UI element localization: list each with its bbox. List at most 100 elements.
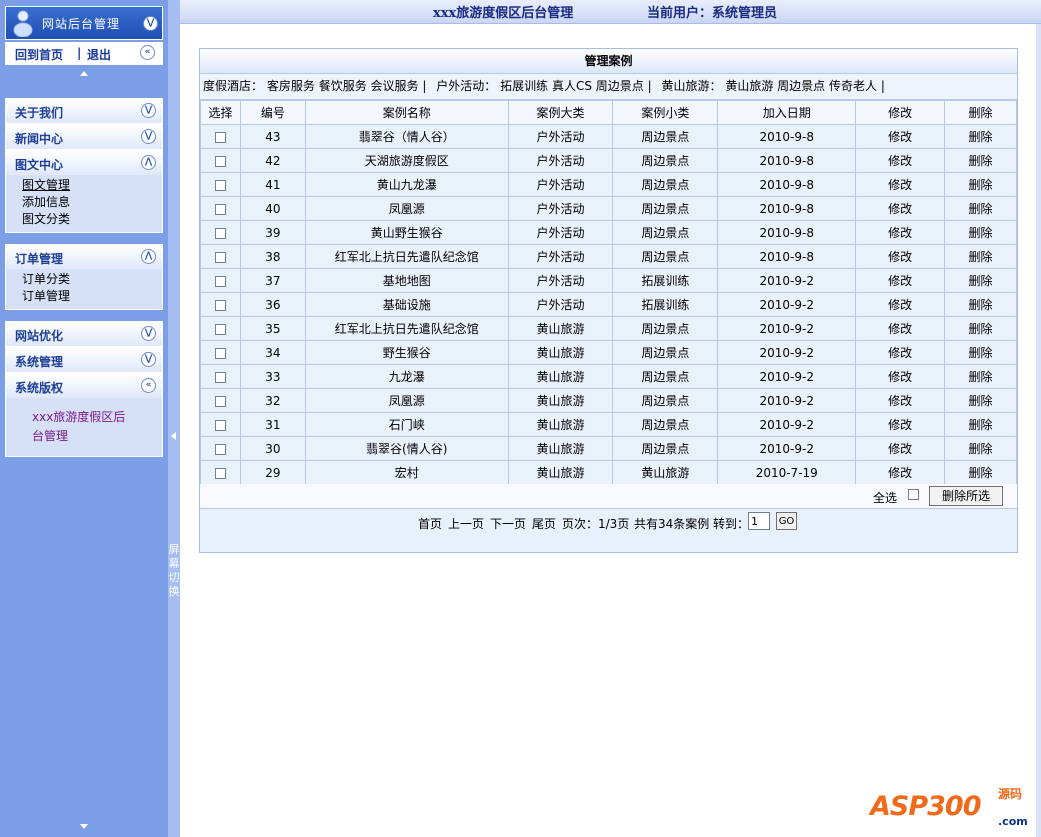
category-link[interactable]: 周边景点 [777,79,825,93]
edit-cell: 修改 [855,244,946,269]
row-checkbox[interactable] [214,395,226,407]
edit-link[interactable]: 修改 [888,178,912,192]
case-date-cell: 2010-9-2 [717,316,857,341]
row-checkbox[interactable] [214,347,226,359]
row-checkbox[interactable] [214,131,226,143]
delete-link[interactable]: 删除 [969,298,993,312]
chevron-down-icon[interactable]: ⋁ [141,129,156,144]
edit-link[interactable]: 修改 [888,466,912,480]
delete-selected-button[interactable]: 删除所选 [929,486,1003,506]
category-link[interactable]: 餐饮服务 [319,79,367,93]
delete-link[interactable]: 删除 [969,226,993,240]
delete-link[interactable]: 删除 [969,154,993,168]
case-subcategory-cell: 周边景点 [612,412,719,437]
edit-link[interactable]: 修改 [888,394,912,408]
delete-link[interactable]: 删除 [969,274,993,288]
edit-cell: 修改 [855,364,946,389]
sidebar-item-order-category[interactable]: 订单分类 [22,271,162,288]
category-link[interactable]: 传奇老人 [829,79,877,93]
menu-system-header[interactable]: 系统管理 ⋁ [6,348,162,372]
logout-link[interactable]: 退出 [87,46,111,63]
row-checkbox[interactable] [214,227,226,239]
chevron-left-icon[interactable]: « [140,45,155,60]
select-cell [200,292,241,317]
edit-link[interactable]: 修改 [888,226,912,240]
category-link[interactable]: 真人CS [552,79,592,93]
row-checkbox[interactable] [214,155,226,167]
edit-link[interactable]: 修改 [888,370,912,384]
prev-page-link[interactable]: 上一页 [448,515,484,532]
row-checkbox[interactable] [214,419,226,431]
menu-seo-title: 网站优化 [15,329,64,343]
chevron-up-icon[interactable]: ⋀ [141,155,156,170]
first-page-link[interactable]: 首页 [418,515,442,532]
home-link[interactable]: 回到首页 [15,46,63,63]
delete-link[interactable]: 删除 [969,250,993,264]
menu-news-header[interactable]: 新闻中心 ⋁ [6,125,162,149]
delete-link[interactable]: 删除 [969,394,993,408]
goto-page-input[interactable] [748,512,770,530]
category-link[interactable]: 周边景点 [596,79,644,93]
screen-switch-splitter[interactable]: 屏幕切换 [168,0,180,837]
edit-link[interactable]: 修改 [888,202,912,216]
row-checkbox[interactable] [214,371,226,383]
menu-gallery-header[interactable]: 图文中心 ⋀ [6,151,162,175]
scroll-down-icon[interactable] [80,824,88,829]
edit-link[interactable]: 修改 [888,346,912,360]
scroll-up-icon[interactable] [80,71,88,76]
menu-copyright-header[interactable]: 系统版权 « [6,374,162,398]
row-checkbox[interactable] [214,323,226,335]
row-checkbox[interactable] [214,203,226,215]
edit-link[interactable]: 修改 [888,250,912,264]
row-checkbox[interactable] [214,467,226,479]
edit-link[interactable]: 修改 [888,154,912,168]
delete-link[interactable]: 删除 [969,130,993,144]
screen-switch-label[interactable]: 屏幕切换 [168,543,180,599]
menu-about: 关于我们 ⋁ [5,98,163,124]
chevron-down-icon[interactable]: ⋁ [141,352,156,367]
chevron-left-icon[interactable] [171,432,176,440]
category-link[interactable]: 黄山旅游 [725,79,773,93]
select-all-checkbox[interactable] [908,489,919,500]
delete-link[interactable]: 删除 [969,370,993,384]
chevron-down-icon[interactable]: ⋁ [141,103,156,118]
row-checkbox[interactable] [214,443,226,455]
row-checkbox[interactable] [214,179,226,191]
category-link[interactable]: 会议服务 [371,79,419,93]
chevron-up-icon[interactable]: ⋀ [141,249,156,264]
sidebar-item-add-info[interactable]: 添加信息 [22,194,162,211]
sidebar-item-order-manage[interactable]: 订单管理 [22,288,162,305]
delete-link[interactable]: 删除 [969,466,993,480]
case-category-cell: 户外活动 [507,124,614,149]
menu-about-header[interactable]: 关于我们 ⋁ [6,99,162,123]
row-checkbox[interactable] [214,251,226,263]
case-subcategory-cell: 周边景点 [612,388,719,413]
next-page-link[interactable]: 下一页 [490,515,526,532]
edit-link[interactable]: 修改 [888,418,912,432]
chevron-down-icon[interactable]: ⋁ [141,326,156,341]
scrollbar[interactable] [1036,24,1041,837]
edit-link[interactable]: 修改 [888,322,912,336]
edit-link[interactable]: 修改 [888,130,912,144]
go-button[interactable]: GO [776,512,797,530]
delete-link[interactable]: 删除 [969,346,993,360]
delete-link[interactable]: 删除 [969,178,993,192]
menu-orders-header[interactable]: 订单管理 ⋀ [6,245,162,269]
delete-link[interactable]: 删除 [969,442,993,456]
sidebar-item-gallery-category[interactable]: 图文分类 [22,211,162,228]
edit-link[interactable]: 修改 [888,442,912,456]
delete-link[interactable]: 删除 [969,322,993,336]
row-checkbox[interactable] [214,299,226,311]
sidebar-item-gallery-manage[interactable]: 图文管理 [22,177,162,194]
chevron-left-icon[interactable]: « [141,378,156,393]
menu-seo-header[interactable]: 网站优化 ⋁ [6,322,162,346]
edit-link[interactable]: 修改 [888,298,912,312]
row-checkbox[interactable] [214,275,226,287]
last-page-link[interactable]: 尾页 [532,515,556,532]
category-link[interactable]: 客房服务 [267,79,315,93]
delete-link[interactable]: 删除 [969,418,993,432]
collapse-all-icon[interactable]: ⋁ [143,16,158,31]
edit-link[interactable]: 修改 [888,274,912,288]
category-link[interactable]: 拓展训练 [500,79,548,93]
delete-link[interactable]: 删除 [969,202,993,216]
